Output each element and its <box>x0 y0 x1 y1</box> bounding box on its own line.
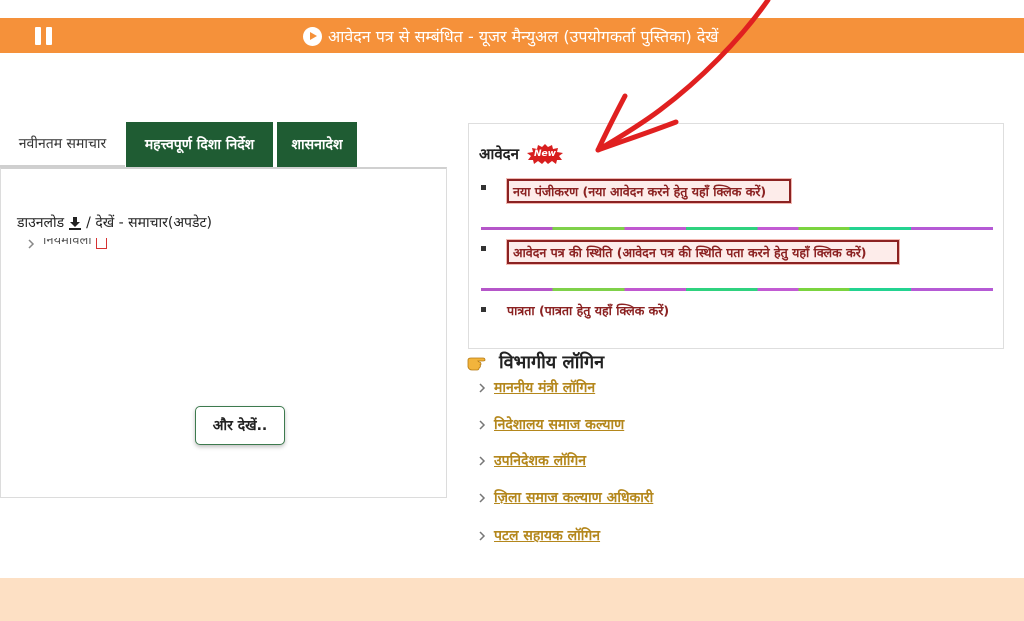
news-item-label: नियमावली <box>43 238 92 248</box>
divider <box>481 227 993 230</box>
chevron-right-icon <box>479 455 486 466</box>
chevron-right-icon <box>479 492 486 503</box>
news-heading: डाउनलोड / देखें - समाचार(अपडेट) <box>17 215 212 231</box>
pointing-hand-icon <box>467 357 486 371</box>
divider <box>481 288 993 291</box>
announcement-banner: आवेदन पत्र से सम्बंधित - यूजर मैन्युअल (… <box>0 18 1024 53</box>
play-icon <box>303 26 322 46</box>
pdf-icon <box>95 238 107 249</box>
dept-login-district-officer[interactable]: ज़िला समाज कल्याण अधिकारी <box>478 488 653 507</box>
download-icon <box>69 216 82 230</box>
see-more-button[interactable]: और देखें.. <box>195 406 285 445</box>
application-title: आवेदन New <box>479 144 565 164</box>
new-registration-link[interactable]: नया पंजीकरण (नया आवेदन करने हेतु यहाँ क्… <box>507 179 791 203</box>
marquee-text: आवेदन पत्र से सम्बंधित - यूजर मैन्युअल (… <box>328 27 719 46</box>
chevron-right-icon <box>28 239 35 249</box>
eligibility-link[interactable]: पात्रता (पात्रता हेतु यहाँ क्लिक करें) <box>507 302 669 319</box>
tab-latest-news[interactable]: नवीनतम समाचार <box>0 122 125 167</box>
pause-icon[interactable] <box>35 27 53 45</box>
new-badge-icon: New <box>525 144 565 164</box>
bullet <box>481 307 486 312</box>
dept-login-deputy-director[interactable]: उपनिदेशक लॉगिन <box>478 451 586 470</box>
chevron-right-icon <box>479 419 486 430</box>
chevron-right-icon <box>479 382 486 393</box>
page: आवेदन पत्र से सम्बंधित - यूजर मैन्युअल (… <box>0 0 1024 621</box>
footer <box>0 578 1024 621</box>
tab-important-guidelines[interactable]: महत्त्वपूर्ण दिशा निर्देश <box>126 122 273 167</box>
bullet <box>481 185 486 190</box>
dept-login-directorate[interactable]: निदेशालय समाज कल्याण <box>478 415 624 434</box>
chevron-right-icon <box>479 530 486 541</box>
application-box: आवेदन New नया पंजीकरण (नया आवेदन करने हे… <box>468 123 1004 349</box>
news-panel: डाउनलोड / देखें - समाचार(अपडेट) नियमावली… <box>0 167 447 498</box>
dept-login-minister[interactable]: माननीय मंत्री लॉगिन <box>478 378 595 397</box>
application-status-link[interactable]: आवेदन पत्र की स्थिति (आवेदन पत्र की स्थि… <box>507 240 899 264</box>
user-manual-link[interactable]: आवेदन पत्र से सम्बंधित - यूजर मैन्युअल (… <box>303 25 718 47</box>
department-login-heading: विभागीय लॉगिन <box>467 350 604 374</box>
dept-login-desk-assistant[interactable]: पटल सहायक लॉगिन <box>478 526 600 545</box>
tab-government-orders[interactable]: शासनादेश <box>277 122 357 167</box>
bullet <box>481 246 486 251</box>
list-item[interactable]: नियमावली <box>27 238 327 254</box>
